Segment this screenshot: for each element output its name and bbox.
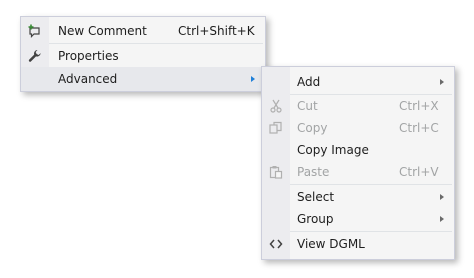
submenu-arrow-icon: [440, 216, 444, 222]
paste-icon: [269, 165, 283, 179]
advanced-submenu: Add Cut Ctrl+X Copy Ctrl+C Copy Image Pa…: [261, 66, 455, 260]
code-brackets-icon: [269, 237, 283, 251]
menu-item-label: Paste: [297, 165, 330, 179]
submenu-arrow-icon: [251, 76, 255, 82]
scissors-icon: [269, 99, 283, 113]
new-comment-icon: [28, 24, 42, 38]
menu-item-label: Advanced: [58, 72, 118, 86]
submenu-arrow-icon: [440, 193, 444, 200]
copy-icon: [269, 121, 283, 135]
menu-item-properties[interactable]: Properties: [21, 44, 265, 67]
menu-item-select[interactable]: Select: [262, 185, 454, 208]
context-menu: New Comment Ctrl+Shift+K Properties Adva…: [20, 16, 266, 92]
menu-item-copy[interactable]: Copy Ctrl+C: [262, 117, 454, 139]
menu-item-paste[interactable]: Paste Ctrl+V: [262, 161, 454, 183]
menu-item-advanced[interactable]: Advanced: [21, 67, 265, 91]
menu-item-label: View DGML: [297, 237, 365, 251]
menu-item-label: Add: [297, 74, 321, 89]
menu-item-shortcut: Ctrl+Shift+K: [178, 24, 255, 38]
menu-item-add[interactable]: Add: [262, 70, 454, 93]
menu-item-label: Cut: [297, 99, 318, 113]
menu-item-view-dgml[interactable]: View DGML: [262, 232, 454, 256]
menu-item-shortcut: Ctrl+V: [399, 165, 439, 179]
menu-item-shortcut: Ctrl+X: [399, 99, 439, 113]
wrench-icon: [28, 49, 42, 63]
menu-item-new-comment[interactable]: New Comment Ctrl+Shift+K: [21, 19, 265, 43]
menu-item-label: Copy Image: [297, 143, 369, 157]
menu-item-label: Copy: [297, 121, 328, 135]
menu-item-label: Select: [297, 189, 335, 204]
menu-item-label: New Comment: [58, 24, 147, 38]
menu-item-shortcut: Ctrl+C: [399, 121, 439, 135]
menu-item-label: Group: [297, 212, 334, 226]
menu-item-label: Properties: [58, 48, 119, 63]
menu-item-group[interactable]: Group: [262, 208, 454, 230]
menu-item-copy-image[interactable]: Copy Image: [262, 139, 454, 161]
menu-item-cut[interactable]: Cut Ctrl+X: [262, 95, 454, 117]
submenu-arrow-icon: [440, 78, 444, 85]
